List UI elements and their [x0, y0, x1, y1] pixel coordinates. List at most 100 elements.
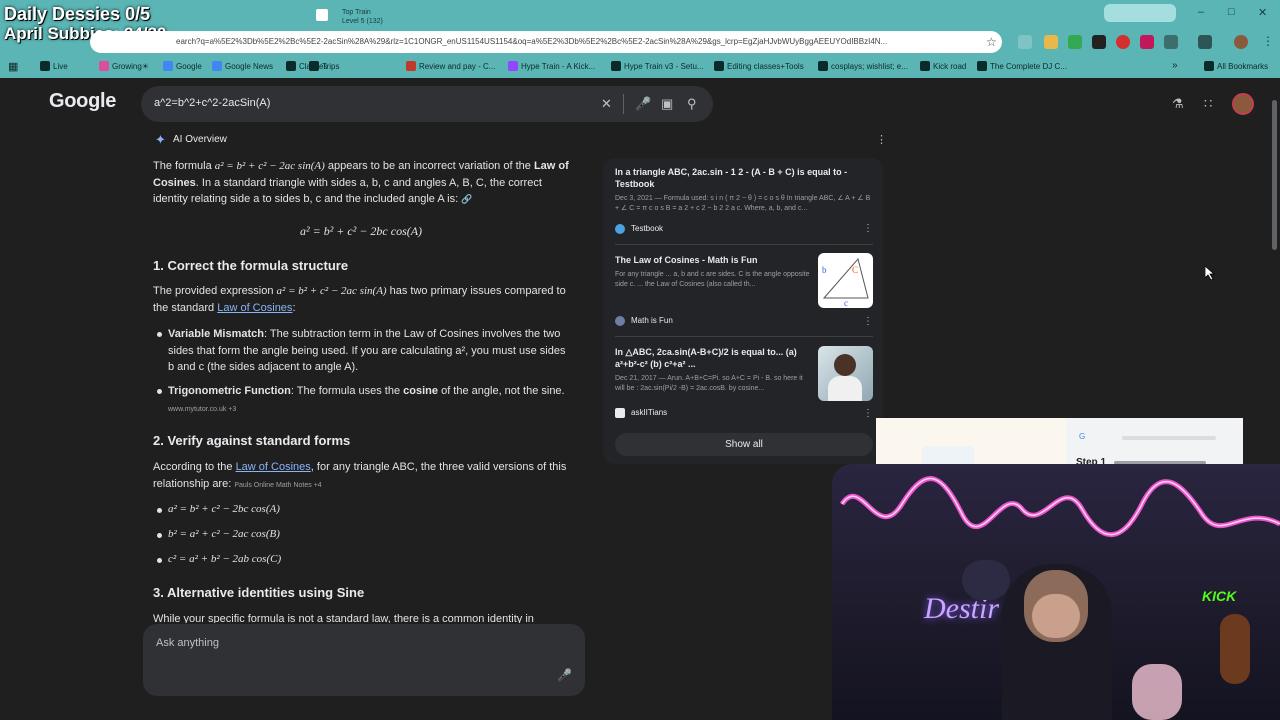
webcam-feed: Destir KICK	[832, 464, 1280, 720]
extension-icon[interactable]	[1018, 35, 1032, 49]
more-options-icon[interactable]: ⋮	[863, 316, 873, 327]
plush-toy	[1132, 664, 1182, 720]
section-1-title: 1. Correct the formula structure	[153, 258, 349, 273]
bookmark-item[interactable]: Editing classes+Tools	[714, 60, 804, 74]
divider	[615, 336, 873, 337]
bookmark-item[interactable]: Kick road	[920, 60, 966, 74]
law-of-cosines-link[interactable]: Law of Cosines	[236, 461, 311, 473]
search-input[interactable]: a^2=b^2+c^2-2acSin(A)	[154, 97, 270, 109]
bullet-dot	[157, 508, 162, 513]
sidepanel-icon[interactable]	[1198, 35, 1212, 49]
puzzle-icon[interactable]	[1164, 35, 1178, 49]
bookmark-item[interactable]: Google	[163, 60, 202, 74]
plush-toy	[962, 560, 1010, 600]
bookmark-item[interactable]: Review and pay - C...	[406, 60, 495, 74]
tab-bar: Daily Dessies 0/5 Top Train Level 5 (132…	[0, 0, 1280, 28]
menu-icon[interactable]: ⋮	[1262, 34, 1274, 48]
testbook-favicon-icon	[615, 224, 625, 234]
triangle-diagram-icon: b Cc	[822, 257, 869, 308]
all-bookmarks[interactable]: All Bookmarks	[1204, 60, 1268, 74]
extension-icon[interactable]	[1092, 35, 1106, 49]
tab-top-train[interactable]: Top Train Level 5 (132)	[310, 4, 510, 28]
search-box[interactable]: a^2=b^2+c^2-2acSin(A) ✕ 🎤 ▣ ⚲	[141, 86, 713, 122]
link-chain-icon[interactable]: 🔗	[461, 194, 472, 204]
close-icon[interactable]: ✕	[1258, 6, 1267, 19]
bookmark-favicon-icon	[99, 61, 109, 71]
ask-box[interactable]: Ask anything 🎤	[143, 624, 585, 696]
url-field[interactable]: earch?q=a%5E2%3Db%5E2%2Bc%5E2-2acSin%28A…	[90, 31, 1002, 53]
guitar	[1220, 614, 1250, 684]
tab-subtitle: Level 5 (132)	[342, 18, 383, 25]
maximize-icon[interactable]: □	[1228, 6, 1235, 18]
apps-icon[interactable]: ∷	[1204, 96, 1212, 112]
source-card-testbook[interactable]: In a triangle ABC, 2ac.sin - 1 2 - (A - …	[615, 166, 873, 213]
chevron-right-icon[interactable]: »	[1172, 60, 1178, 71]
source-site[interactable]: Math is Fun	[631, 316, 673, 325]
law-of-cosines-link[interactable]: Law of Cosines	[217, 302, 292, 314]
extension-icon[interactable]	[1116, 35, 1130, 49]
source-title[interactable]: The Law of Cosines - Math is Fun	[615, 254, 811, 266]
avatar[interactable]	[1234, 35, 1248, 49]
bookmark-favicon-icon	[40, 61, 50, 71]
more-options-icon[interactable]: ⋮	[876, 133, 887, 146]
scrollbar-thumb[interactable]	[1272, 100, 1277, 250]
triangle-thumbnail[interactable]: b Cc	[818, 253, 873, 308]
bookmarks-bar: ▦ LiveGrowing☀GoogleGoogle NewsClassesTr…	[0, 56, 1280, 78]
more-options-icon[interactable]: ⋮	[863, 223, 873, 234]
bookmark-favicon-icon	[212, 61, 222, 71]
cursor-icon	[1205, 266, 1215, 280]
source-site[interactable]: askIITians	[631, 408, 667, 417]
account-avatar[interactable]	[1232, 93, 1254, 115]
minimize-icon[interactable]: –	[1198, 6, 1204, 18]
bookmark-item[interactable]: Growing☀	[99, 60, 149, 74]
microphone-icon[interactable]: 🎤	[635, 96, 651, 112]
google-logo[interactable]: Google	[49, 90, 116, 113]
source-title[interactable]: In a triangle ABC, 2ac.sin - 1 2 - (A - …	[615, 166, 873, 190]
camera-lens-icon[interactable]: ▣	[661, 96, 673, 112]
bookmark-favicon-icon	[286, 61, 296, 71]
mathisfun-favicon-icon	[615, 316, 625, 326]
ask-input[interactable]: Ask anything	[156, 637, 219, 649]
folder-icon	[1204, 61, 1214, 71]
train-icon	[316, 9, 328, 21]
clear-icon[interactable]: ✕	[601, 96, 612, 112]
bookmark-item[interactable]: Hype Train v3 - Setu...	[611, 60, 704, 74]
source-chip[interactable]: Pauls Online Math Notes +4	[234, 482, 321, 489]
search-icon[interactable]: ⚲	[687, 96, 697, 112]
bookmark-item[interactable]: Hype Train - A Kick...	[508, 60, 595, 74]
source-chip[interactable]: www.mytutor.co.uk +3	[168, 406, 236, 413]
intro-paragraph: The formula a² = b² + c² − 2ac sin(A) ap…	[153, 160, 569, 205]
extension-icon[interactable]	[1140, 35, 1154, 49]
extension-icon[interactable]	[1044, 35, 1058, 49]
bookmark-favicon-icon	[611, 61, 621, 71]
bookmark-item[interactable]: Live	[40, 60, 68, 74]
bookmark-item[interactable]: Trips	[309, 60, 339, 74]
person-thumbnail[interactable]	[818, 346, 873, 401]
source-card-askiitians[interactable]: In △ABC, 2ca.sin(A-B+C)/2 is equal to...…	[615, 346, 811, 393]
kick-logo: KICK	[1202, 588, 1237, 604]
formula-form-c: c² = a² + b² − 2ab cos(C)	[168, 553, 282, 565]
profile-chip[interactable]	[1104, 4, 1176, 22]
bullet-variable-mismatch: Variable Mismatch: The subtraction term …	[168, 328, 566, 373]
ai-overview-label: AI Overview	[173, 134, 227, 145]
svg-text:C: C	[852, 265, 858, 275]
bookmark-item[interactable]: The Complete DJ C...	[977, 60, 1067, 74]
streamer	[1002, 564, 1112, 720]
more-options-icon[interactable]: ⋮	[863, 408, 873, 419]
source-title[interactable]: In △ABC, 2ca.sin(A-B+C)/2 is equal to...…	[615, 346, 811, 370]
bookmark-favicon-icon	[309, 61, 319, 71]
bookmark-item[interactable]: Google News	[212, 60, 273, 74]
apps-grid-icon[interactable]: ▦	[8, 60, 18, 73]
extension-icon[interactable]	[1068, 35, 1082, 49]
source-site[interactable]: Testbook	[631, 224, 663, 233]
bookmark-star-icon[interactable]: ☆	[986, 35, 997, 49]
bookmark-item[interactable]: cosplays; wishlist; e...	[818, 60, 908, 74]
source-card-mathisfun[interactable]: The Law of Cosines - Math is Fun For any…	[615, 254, 811, 289]
divider	[623, 94, 624, 114]
labs-flask-icon[interactable]: ⚗	[1172, 96, 1184, 112]
streamer-face	[1032, 594, 1080, 638]
show-all-button[interactable]: Show all	[615, 433, 873, 456]
source-snippet: Dec 21, 2017 — Arun. A+B+C=Pi. so A+C = …	[615, 375, 803, 392]
microphone-icon[interactable]: 🎤	[557, 668, 572, 682]
stream-goal-overlay: Daily Dessies 0/5	[4, 4, 150, 25]
